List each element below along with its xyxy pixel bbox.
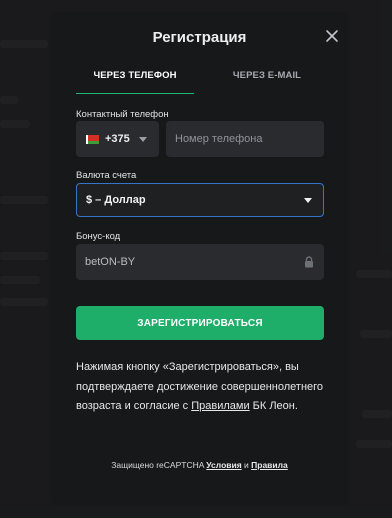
phone-label: Контактный телефон: [76, 109, 169, 120]
flag-icon-by: [86, 134, 99, 144]
tab-phone[interactable]: Через телефон: [76, 64, 194, 94]
recaptcha-text: Защищено reCAPTCHA: [111, 460, 207, 470]
phone-number-input[interactable]: Номер телефона: [166, 121, 324, 157]
rules-link[interactable]: Правилами: [191, 400, 249, 412]
currency-selected-value: $ – Доллар: [86, 194, 146, 206]
recaptcha-terms-link[interactable]: Условия: [206, 460, 241, 470]
bonus-code-value: betON-BY: [85, 256, 136, 268]
terms-text: Нажимая кнопку «Зарегистрироваться», вы …: [76, 358, 326, 417]
register-button[interactable]: ЗАРЕГИСТРИРОВАТЬСЯ: [76, 306, 324, 340]
country-code: +375: [105, 133, 130, 145]
chevron-down-icon: [138, 136, 147, 142]
bonus-code-input: betON-BY: [76, 244, 324, 280]
bonus-code-label: Бонус-код: [76, 231, 121, 242]
registration-modal: Регистрация Через телефон Через E-mail К…: [50, 12, 349, 506]
lock-icon: [305, 256, 313, 268]
recaptcha-notice: Защищено reCAPTCHA Условия и Правила: [50, 460, 349, 470]
currency-select[interactable]: $ – Доллар: [76, 183, 324, 217]
recaptcha-privacy-link[interactable]: Правила: [251, 460, 288, 470]
country-code-select[interactable]: +375: [76, 121, 159, 157]
modal-title: Регистрация: [152, 29, 247, 46]
registration-tabs: Через телефон Через E-mail: [76, 64, 326, 94]
currency-label: Валюта счета: [76, 170, 137, 181]
tab-email[interactable]: Через E-mail: [208, 64, 326, 94]
close-icon[interactable]: [325, 29, 339, 43]
recaptcha-and: и: [241, 460, 252, 470]
caret-down-icon: [304, 198, 312, 203]
terms-text-after: БК Леон.: [249, 400, 298, 412]
